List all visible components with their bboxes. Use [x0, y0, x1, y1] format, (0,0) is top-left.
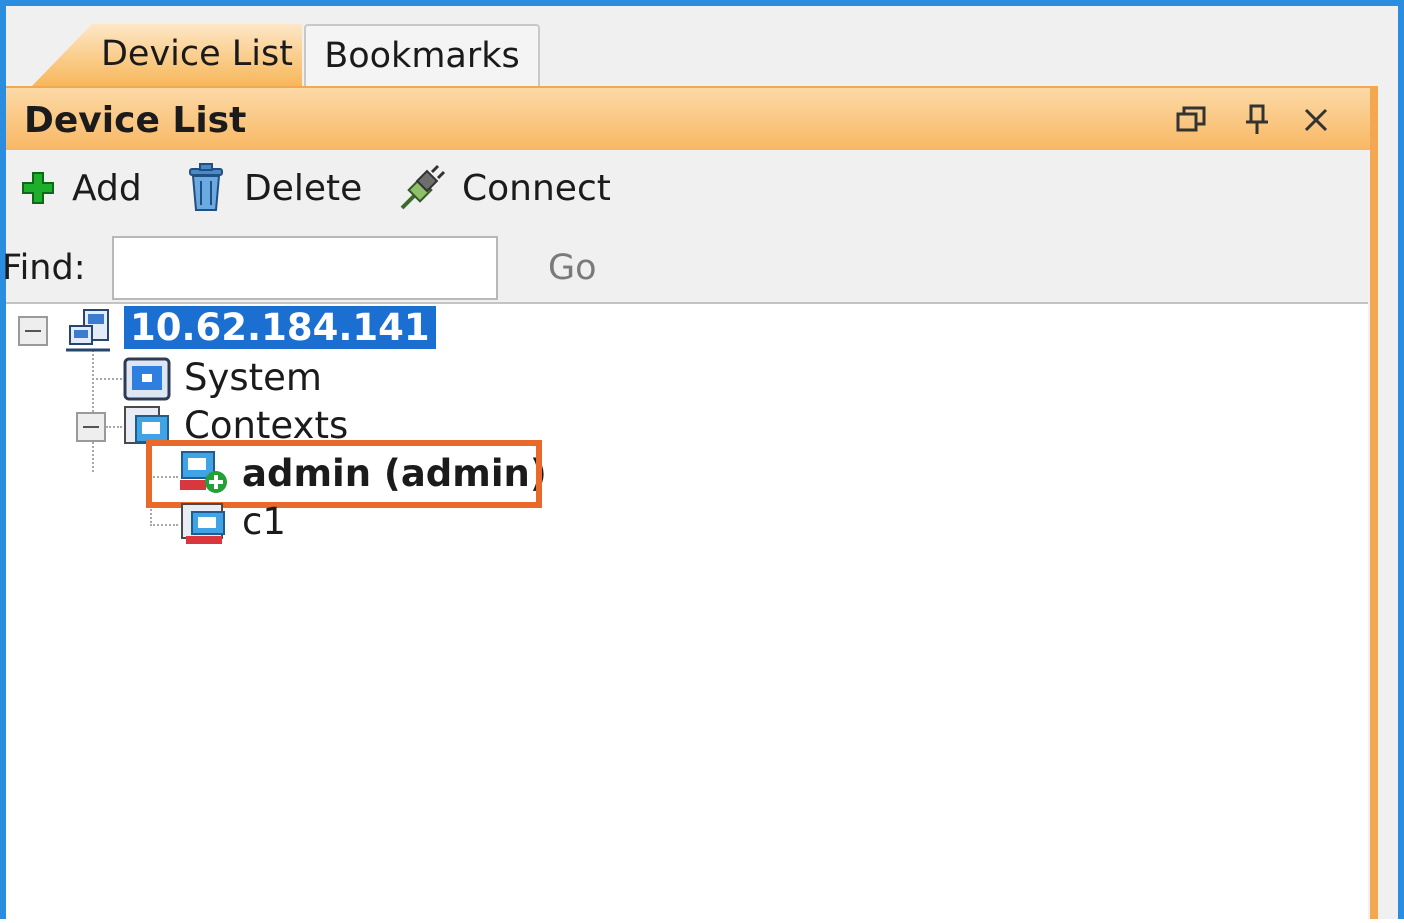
- tree-node-system[interactable]: System: [184, 356, 322, 399]
- toolbar: Add Delete Connect: [6, 150, 1370, 240]
- find-label: Find:: [2, 248, 86, 288]
- device-tree: 10.62.184.141 System Contexts admin (adm…: [6, 302, 1368, 923]
- tree-connector: [92, 350, 94, 472]
- tree-connector: [106, 426, 122, 428]
- connect-label: Connect: [462, 167, 611, 209]
- tab-device-list[interactable]: Device List: [32, 24, 302, 86]
- add-label: Add: [72, 167, 142, 209]
- collapse-toggle-contexts[interactable]: [76, 412, 106, 442]
- tree-node-c1[interactable]: c1: [242, 500, 286, 543]
- device-network-icon: [64, 308, 116, 358]
- tab-bookmarks[interactable]: Bookmarks: [304, 24, 540, 86]
- trash-icon: [189, 163, 223, 211]
- add-icon: [22, 172, 54, 204]
- close-icon[interactable]: [1296, 100, 1336, 140]
- delete-label: Delete: [244, 167, 363, 209]
- tree-connector: [92, 378, 122, 380]
- panel-titlebar: Device List: [6, 88, 1370, 150]
- system-icon: [122, 356, 172, 406]
- panel-title: Device List: [24, 100, 247, 141]
- tab-strip: Device List Bookmarks: [6, 6, 1398, 86]
- find-row: Find: Go: [2, 234, 1370, 302]
- delete-button[interactable]: Delete: [184, 162, 362, 214]
- tree-connector: [150, 524, 178, 526]
- find-input[interactable]: [112, 236, 498, 300]
- highlight-annotation: [146, 440, 542, 508]
- plug-connect-icon: [400, 164, 446, 210]
- connect-button[interactable]: Connect: [398, 162, 611, 214]
- go-button[interactable]: Go: [548, 248, 597, 288]
- tree-node-root[interactable]: 10.62.184.141: [124, 306, 436, 349]
- add-button[interactable]: Add: [20, 162, 142, 214]
- restore-icon[interactable]: [1172, 100, 1212, 140]
- device-list-panel: Device List Add Delete Connect Find: Go …: [2, 86, 1378, 923]
- collapse-toggle-root[interactable]: [18, 316, 48, 346]
- pin-icon[interactable]: [1238, 100, 1278, 140]
- c1-context-icon: [178, 502, 232, 552]
